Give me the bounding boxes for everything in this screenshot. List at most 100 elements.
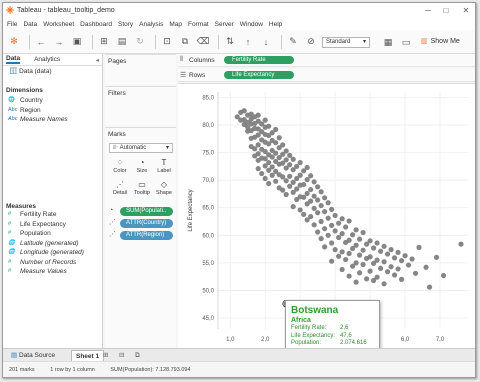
data-point[interactable]	[458, 241, 464, 247]
menu-file[interactable]: File	[7, 21, 17, 28]
save-icon[interactable]: ▣	[70, 35, 84, 49]
data-point[interactable]	[339, 231, 345, 237]
data-point[interactable]	[353, 242, 359, 248]
data-point[interactable]	[377, 265, 384, 271]
data-point[interactable]	[346, 237, 352, 243]
data-point[interactable]	[252, 146, 258, 152]
data-point[interactable]	[308, 186, 314, 193]
data-point[interactable]	[269, 172, 275, 178]
clear-sheet-icon[interactable]: ⌫	[196, 35, 210, 49]
measure-fertility-rate[interactable]: # Fertility Rate	[3, 210, 102, 220]
data-point[interactable]	[297, 159, 303, 166]
data-point[interactable]	[360, 229, 366, 236]
menu-data[interactable]: Data	[23, 21, 37, 28]
menu-worksheet[interactable]: Worksheet	[43, 21, 74, 28]
data-point[interactable]	[325, 200, 331, 206]
data-point[interactable]	[287, 173, 293, 179]
tableau-logo-icon[interactable]: ✻	[7, 35, 21, 49]
data-point[interactable]	[318, 218, 324, 225]
mark-shape-button[interactable]: ◇ Shape	[154, 180, 174, 200]
data-point[interactable]	[353, 260, 359, 266]
tab-data[interactable]: Data	[6, 55, 21, 64]
data-point[interactable]	[336, 234, 342, 241]
dimension-country[interactable]: 🌐 Country	[3, 96, 102, 106]
data-point[interactable]	[384, 251, 391, 257]
data-point[interactable]	[374, 257, 380, 263]
data-point[interactable]	[266, 180, 272, 187]
data-point[interactable]	[301, 211, 307, 217]
data-point[interactable]	[318, 236, 324, 242]
menu-dashboard[interactable]: Dashboard	[80, 21, 112, 28]
data-point[interactable]	[346, 273, 352, 279]
data-point[interactable]	[283, 191, 289, 198]
data-point[interactable]	[332, 212, 338, 219]
dimension-region[interactable]: Abc Region	[3, 106, 102, 116]
menu-analysis[interactable]: Analysis	[139, 21, 163, 28]
dimension-measure-names[interactable]: Abc Measure Names	[3, 115, 102, 125]
data-point[interactable]	[381, 259, 387, 265]
duplicate-sheet-icon[interactable]: ⧉	[178, 35, 192, 49]
data-point[interactable]	[339, 249, 345, 255]
data-point[interactable]	[301, 181, 307, 188]
data-point[interactable]	[273, 126, 279, 133]
data-point[interactable]	[398, 276, 405, 282]
data-point[interactable]	[416, 244, 422, 251]
data-point[interactable]	[377, 248, 384, 254]
measure-population[interactable]: # Population	[3, 229, 102, 239]
data-point[interactable]	[374, 240, 380, 246]
data-point[interactable]	[276, 135, 282, 141]
marks-pill[interactable]: ATTR(Country)	[120, 219, 173, 228]
data-point[interactable]	[350, 232, 356, 238]
show-me-button[interactable]: ▥ Show Me	[421, 37, 460, 46]
new-story-tab-icon[interactable]: ⧉	[131, 350, 144, 361]
data-point[interactable]	[336, 253, 342, 259]
data-point[interactable]	[266, 159, 272, 166]
data-point[interactable]	[269, 164, 275, 170]
tab-analytics[interactable]: Analytics	[34, 56, 60, 63]
measure-number-of-records[interactable]: # Number of Records	[3, 258, 102, 268]
menu-help[interactable]: Help	[269, 21, 282, 28]
data-point[interactable]	[346, 250, 352, 257]
collapse-icon[interactable]: ◂	[96, 56, 99, 64]
data-point[interactable]	[336, 220, 342, 226]
mark-type-dropdown[interactable]: ⊪ Automatic ▾	[109, 143, 173, 153]
data-point[interactable]	[381, 243, 387, 249]
data-point[interactable]	[269, 154, 275, 160]
show-cards-icon[interactable]: ▦	[381, 35, 395, 49]
mark-size-button[interactable]: ◔ Size	[132, 158, 152, 178]
data-point[interactable]	[364, 276, 370, 282]
data-point[interactable]	[255, 166, 261, 172]
mark-label-button[interactable]: T Label	[154, 158, 174, 178]
measure-longitude-generated[interactable]: 🌐 Longitude (generated)	[3, 248, 102, 258]
data-point[interactable]	[332, 228, 338, 234]
data-point[interactable]	[329, 240, 335, 246]
menu-story[interactable]: Story	[118, 21, 133, 28]
data-point[interactable]	[287, 152, 293, 158]
data-point[interactable]	[391, 272, 398, 278]
data-point[interactable]	[266, 123, 272, 129]
data-point[interactable]	[283, 178, 289, 184]
data-point[interactable]	[315, 210, 321, 216]
data-point[interactable]	[374, 274, 380, 280]
data-point[interactable]	[339, 216, 345, 222]
data-point[interactable]	[315, 229, 321, 235]
data-point[interactable]	[301, 194, 307, 200]
data-point[interactable]	[318, 202, 324, 209]
data-point[interactable]	[287, 183, 293, 189]
data-point[interactable]	[287, 162, 293, 168]
data-point[interactable]	[315, 197, 321, 203]
data-point[interactable]	[409, 256, 415, 262]
data-point[interactable]	[395, 266, 401, 272]
data-point[interactable]	[318, 189, 324, 195]
forward-icon[interactable]: →	[52, 35, 66, 49]
data-point[interactable]	[262, 156, 268, 162]
rows-pill-life-expectancy[interactable]: Life Expectancy	[224, 71, 294, 79]
data-point[interactable]	[384, 269, 391, 275]
data-point[interactable]	[398, 258, 405, 264]
data-point[interactable]	[329, 206, 335, 212]
back-icon[interactable]: ←	[34, 35, 48, 49]
data-point[interactable]	[395, 249, 401, 255]
data-point[interactable]	[391, 255, 398, 261]
menu-window[interactable]: Window	[240, 21, 263, 28]
new-worksheet-icon[interactable]: ⊡	[160, 35, 174, 49]
